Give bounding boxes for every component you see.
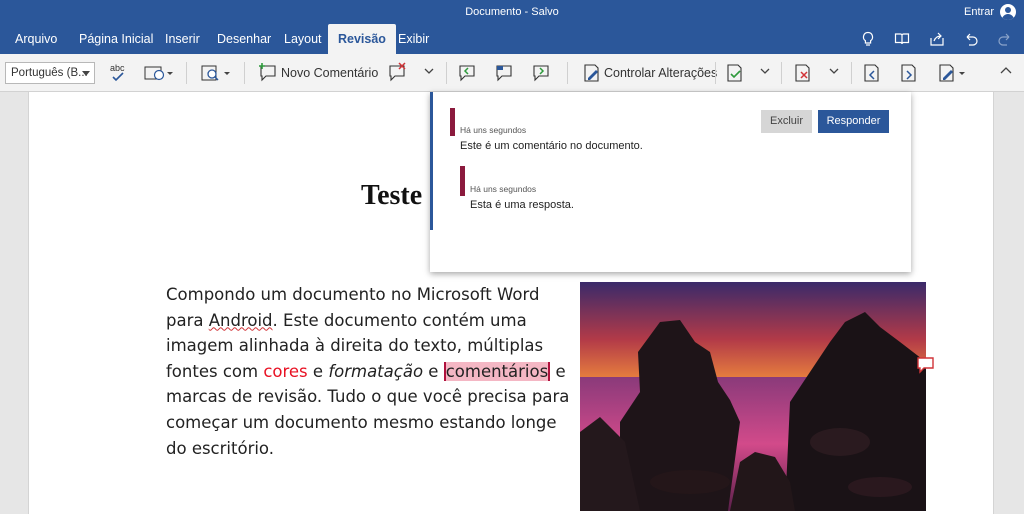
delete-comment-button[interactable]: [387, 62, 407, 84]
language-select[interactable]: Português (B...: [5, 62, 95, 84]
chevron-down-icon: [82, 71, 90, 76]
italic-text: formatação: [328, 361, 424, 381]
show-comments-button[interactable]: [494, 62, 514, 84]
markup-view-button[interactable]: [937, 62, 969, 84]
next-comment-button[interactable]: [531, 62, 551, 84]
document-heading[interactable]: Teste: [361, 180, 422, 212]
chevron-down-icon[interactable]: [760, 66, 770, 76]
reply-button[interactable]: Responder: [818, 110, 889, 133]
review-toolbar: Português (B... abc Novo Comentário Cont…: [0, 54, 1024, 92]
comment-flag-icon[interactable]: [916, 356, 936, 374]
delete-button[interactable]: Excluir: [761, 110, 812, 133]
track-changes-button[interactable]: [582, 62, 602, 84]
collapse-ribbon-icon[interactable]: [1000, 66, 1012, 76]
tab-exibir[interactable]: Exibir: [398, 24, 429, 54]
reply-timestamp: Há uns segundos: [470, 184, 537, 194]
new-comment-button[interactable]: [258, 62, 278, 84]
book-icon[interactable]: [892, 24, 914, 54]
tab-layout[interactable]: Layout: [284, 24, 322, 54]
commented-text[interactable]: comentários: [443, 361, 551, 381]
redo-icon: [995, 24, 1017, 54]
document-image[interactable]: [580, 282, 926, 511]
signin-link[interactable]: Entrar: [964, 6, 994, 18]
active-comment-bar: [430, 92, 433, 230]
red-text: cores: [263, 361, 308, 381]
spelling-button[interactable]: abc: [108, 62, 130, 84]
comment-popup: Há uns segundos Este é um comentário no …: [430, 92, 911, 272]
tab-pagina-inicial[interactable]: Página Inicial: [79, 24, 153, 54]
misspelled-word[interactable]: Android: [209, 311, 273, 330]
tab-arquivo[interactable]: Arquivo: [15, 24, 57, 54]
tab-inserir[interactable]: Inserir: [165, 24, 200, 54]
accept-change-button[interactable]: [725, 62, 745, 84]
share-icon[interactable]: [927, 24, 949, 54]
comment-timestamp: Há uns segundos: [460, 125, 527, 135]
comment-text[interactable]: Este é um comentário no documento.: [460, 140, 643, 152]
next-change-button[interactable]: [899, 62, 919, 84]
document-paragraph[interactable]: Compondo um documento no Microsoft Word …: [166, 282, 571, 461]
language-value: Português (B...: [11, 67, 88, 79]
track-changes-label[interactable]: Controlar Alterações: [604, 66, 717, 80]
reply-text[interactable]: Esta é uma resposta.: [470, 199, 574, 211]
ribbon-tabs: Arquivo Página Inicial Inserir Desenhar …: [0, 24, 1024, 54]
undo-icon[interactable]: [961, 24, 983, 54]
smart-lookup-button[interactable]: [200, 62, 232, 84]
tab-desenhar[interactable]: Desenhar: [217, 24, 271, 54]
previous-comment-button[interactable]: [457, 62, 477, 84]
avatar-icon[interactable]: [1000, 4, 1016, 20]
spelling-icon-text: abc: [110, 63, 125, 73]
document-title: Documento - Salvo: [465, 6, 559, 18]
tab-revisao[interactable]: Revisão: [328, 24, 396, 54]
new-comment-label[interactable]: Novo Comentário: [281, 66, 378, 80]
lightbulb-icon[interactable]: [858, 24, 880, 54]
previous-change-button[interactable]: [862, 62, 882, 84]
translate-button[interactable]: [143, 62, 175, 84]
title-bar: Documento - Salvo Entrar: [0, 0, 1024, 24]
reject-change-button[interactable]: [793, 62, 813, 84]
chevron-down-icon[interactable]: [829, 66, 839, 76]
chevron-down-icon[interactable]: [424, 66, 434, 76]
